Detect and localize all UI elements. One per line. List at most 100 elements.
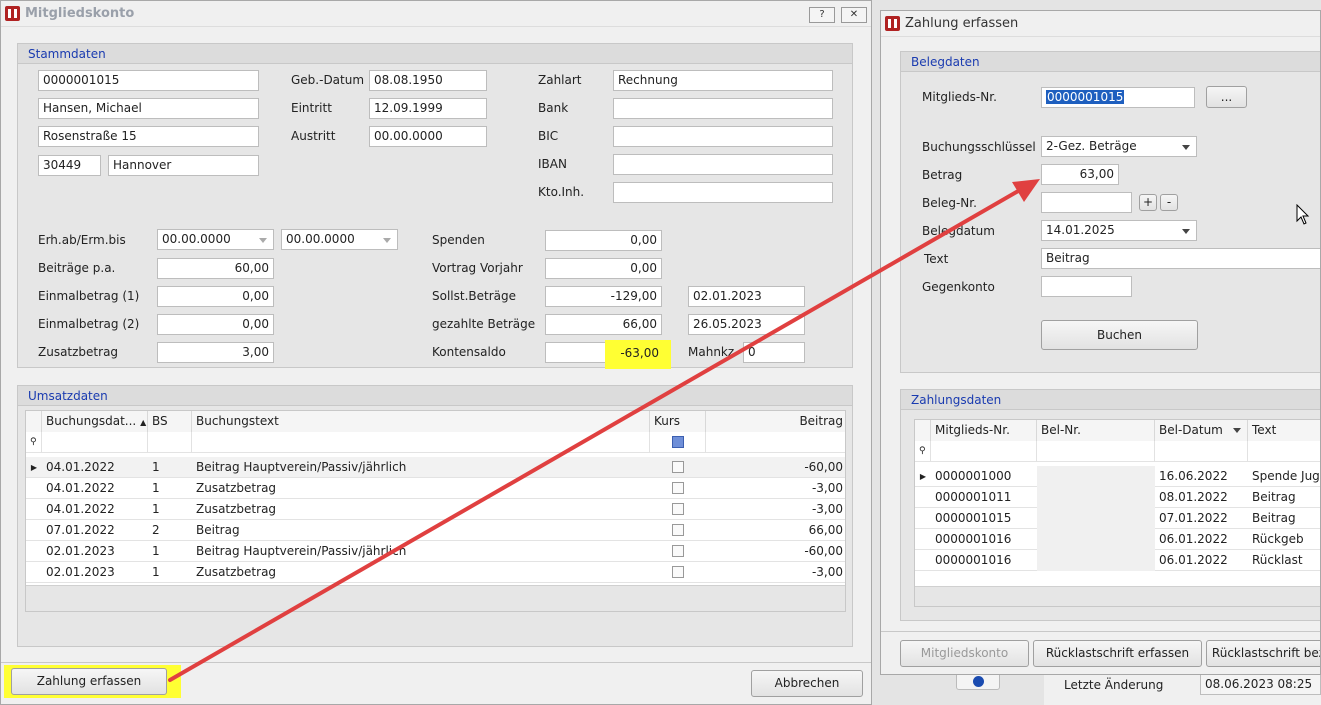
kurs-checkbox[interactable]	[672, 524, 684, 536]
table-row[interactable]: 07.01.2022 2 Beitrag 66,00	[26, 520, 845, 541]
text-field[interactable]: Beitrag	[1041, 248, 1320, 269]
iban-field[interactable]	[613, 154, 833, 175]
kurs-checkbox[interactable]	[672, 545, 684, 557]
filter-bs[interactable]	[148, 432, 192, 453]
table-row[interactable]: 0000001015 07.01.2022 Beitrag	[915, 508, 1320, 529]
beitraege-field[interactable]: 60,00	[157, 258, 274, 279]
buchen-button[interactable]: Buchen	[1041, 320, 1198, 350]
erh-to-dropdown[interactable]: 00.00.0000	[281, 229, 398, 250]
saldo-label: Kontensaldo	[432, 345, 506, 359]
member-number-field[interactable]: 0000001015	[38, 70, 259, 91]
cell-text: Beitrag	[1252, 490, 1296, 504]
bic-field[interactable]	[613, 126, 833, 147]
zfilter-beldatum[interactable]	[1155, 441, 1248, 462]
col-beitrag[interactable]: Beitrag	[706, 411, 845, 432]
table-row[interactable]: 0000001011 08.01.2022 Beitrag	[915, 487, 1320, 508]
vortrag-label: Vortrag Vorjahr	[432, 261, 523, 275]
eintritt-label: Eintritt	[291, 101, 332, 115]
zcol-beldatum[interactable]: Bel-Datum	[1155, 420, 1248, 441]
filter-kurs-checkbox[interactable]	[672, 436, 684, 448]
belegnr-field[interactable]	[1041, 192, 1132, 213]
table-row[interactable]: ▶ 04.01.2022 1 Beitrag Hauptverein/Passiv/j…	[26, 457, 845, 478]
cell-date: 02.01.2023	[46, 565, 115, 579]
city-field[interactable]: Hannover	[108, 155, 259, 176]
name-field[interactable]: Hansen, Michael	[38, 98, 259, 119]
cell-text: Zusatzbetrag	[196, 565, 277, 579]
zcol-text[interactable]: Text	[1248, 420, 1320, 441]
geb-datum-field[interactable]: 08.08.1950	[369, 70, 487, 91]
belegnr-minus-button[interactable]: -	[1160, 194, 1178, 211]
abbrechen-button[interactable]: Abbrechen	[751, 670, 863, 697]
filter-beitrag[interactable]	[706, 432, 845, 453]
row-selector-header	[26, 411, 42, 432]
gezahlt-date-field[interactable]: 26.05.2023	[688, 314, 805, 335]
cell-beldatum: 06.01.2022	[1159, 553, 1228, 567]
austritt-field[interactable]: 00.00.0000	[369, 126, 487, 147]
spenden-field[interactable]: 0,00	[545, 230, 662, 251]
row-indicator-icon	[26, 478, 42, 499]
cell-date: 07.01.2022	[46, 523, 115, 537]
betrag-field[interactable]: 63,00	[1041, 164, 1119, 185]
col-kurs[interactable]: Kurs	[650, 411, 706, 432]
title-bar: Mitgliedskonto ? ✕	[1, 1, 871, 27]
bank-field[interactable]	[613, 98, 833, 119]
table-row[interactable]: 02.01.2023 1 Zusatzbetrag -3,00	[26, 562, 845, 583]
kurs-checkbox[interactable]	[672, 503, 684, 515]
mitglied-field[interactable]: 0000001015	[1041, 87, 1195, 108]
close-button[interactable]: ✕	[841, 7, 867, 23]
cell-belnr	[1037, 487, 1155, 508]
belegnr-plus-button[interactable]: +	[1139, 194, 1157, 211]
zfilter-mitglied[interactable]	[931, 441, 1037, 462]
vortrag-field[interactable]: 0,00	[545, 258, 662, 279]
sollst-field[interactable]: -129,00	[545, 286, 662, 307]
filter-kurs[interactable]	[650, 432, 706, 453]
kurs-checkbox[interactable]	[672, 566, 684, 578]
zip-field[interactable]: 30449	[38, 155, 101, 176]
cell-text: Beitrag Hauptverein/Passiv/jährlich	[196, 460, 407, 474]
einmal2-field[interactable]: 0,00	[157, 314, 274, 335]
cell-mitglied: 0000001016	[935, 553, 1012, 567]
table-row[interactable]: 0000001016 06.01.2022 Rücklast	[915, 550, 1320, 571]
zcol-mitglied[interactable]: Mitglieds-Nr.	[931, 420, 1037, 441]
table-row[interactable]: 04.01.2022 1 Zusatzbetrag -3,00	[26, 478, 845, 499]
zahlung-erfassen-button[interactable]: Zahlung erfassen	[11, 668, 167, 695]
col-bs[interactable]: BS	[148, 411, 192, 432]
cell-belnr	[1037, 529, 1155, 550]
kurs-checkbox[interactable]	[672, 482, 684, 494]
zfilter-text[interactable]	[1248, 441, 1320, 462]
zcol-belnr[interactable]: Bel-Nr.	[1037, 420, 1155, 441]
filter-buchungsdatum[interactable]	[42, 432, 148, 453]
cell-bs: 1	[152, 481, 160, 495]
table-row[interactable]: 04.01.2022 1 Zusatzbetrag -3,00	[26, 499, 845, 520]
zusatz-field[interactable]: 3,00	[157, 342, 274, 363]
einmal1-field[interactable]: 0,00	[157, 286, 274, 307]
ruecklastschrift-bez-button[interactable]: Rücklastschrift bez	[1206, 640, 1320, 667]
kurs-checkbox[interactable]	[672, 461, 684, 473]
browse-member-button[interactable]: ...	[1206, 86, 1247, 108]
gegenkonto-field[interactable]	[1041, 276, 1132, 297]
zfilter-belnr[interactable]	[1037, 441, 1155, 462]
mahnkz-field[interactable]: 0	[743, 342, 805, 363]
row-indicator-icon	[915, 550, 931, 571]
schluessel-dropdown[interactable]: 2-Gez. Beträge	[1041, 136, 1197, 157]
help-button[interactable]: ?	[809, 7, 835, 23]
table-row[interactable]: 0000001016 06.01.2022 Rückgeb	[915, 529, 1320, 550]
mitgliedskonto-button[interactable]: Mitgliedskonto	[900, 640, 1029, 667]
kto-inh-field[interactable]	[613, 182, 833, 203]
table-row[interactable]: 02.01.2023 1 Beitrag Hauptverein/Passiv/jä…	[26, 541, 845, 562]
erh-from-dropdown[interactable]: 00.00.0000	[157, 229, 274, 250]
eintritt-field[interactable]: 12.09.1999	[369, 98, 487, 119]
cell-text: Beitrag	[1252, 511, 1296, 525]
sollst-date-field[interactable]: 02.01.2023	[688, 286, 805, 307]
gezahlt-field[interactable]: 66,00	[545, 314, 662, 335]
col-buchungsdatum[interactable]: Buchungsdat... ▲	[42, 411, 148, 432]
col-buchungstext[interactable]: Buchungstext	[192, 411, 650, 432]
ruecklastschrift-erfassen-button[interactable]: Rücklastschrift erfassen	[1033, 640, 1202, 667]
belegdatum-dropdown[interactable]: 14.01.2025	[1041, 220, 1197, 241]
table-row[interactable]: ▶ 0000001000 16.06.2022 Spende Juge	[915, 466, 1320, 487]
cell-bs: 1	[152, 460, 160, 474]
filter-buchungstext[interactable]	[192, 432, 650, 453]
zahlart-field[interactable]: Rechnung	[613, 70, 833, 91]
street-field[interactable]: Rosenstraße 15	[38, 126, 259, 147]
iban-label: IBAN	[538, 157, 567, 171]
